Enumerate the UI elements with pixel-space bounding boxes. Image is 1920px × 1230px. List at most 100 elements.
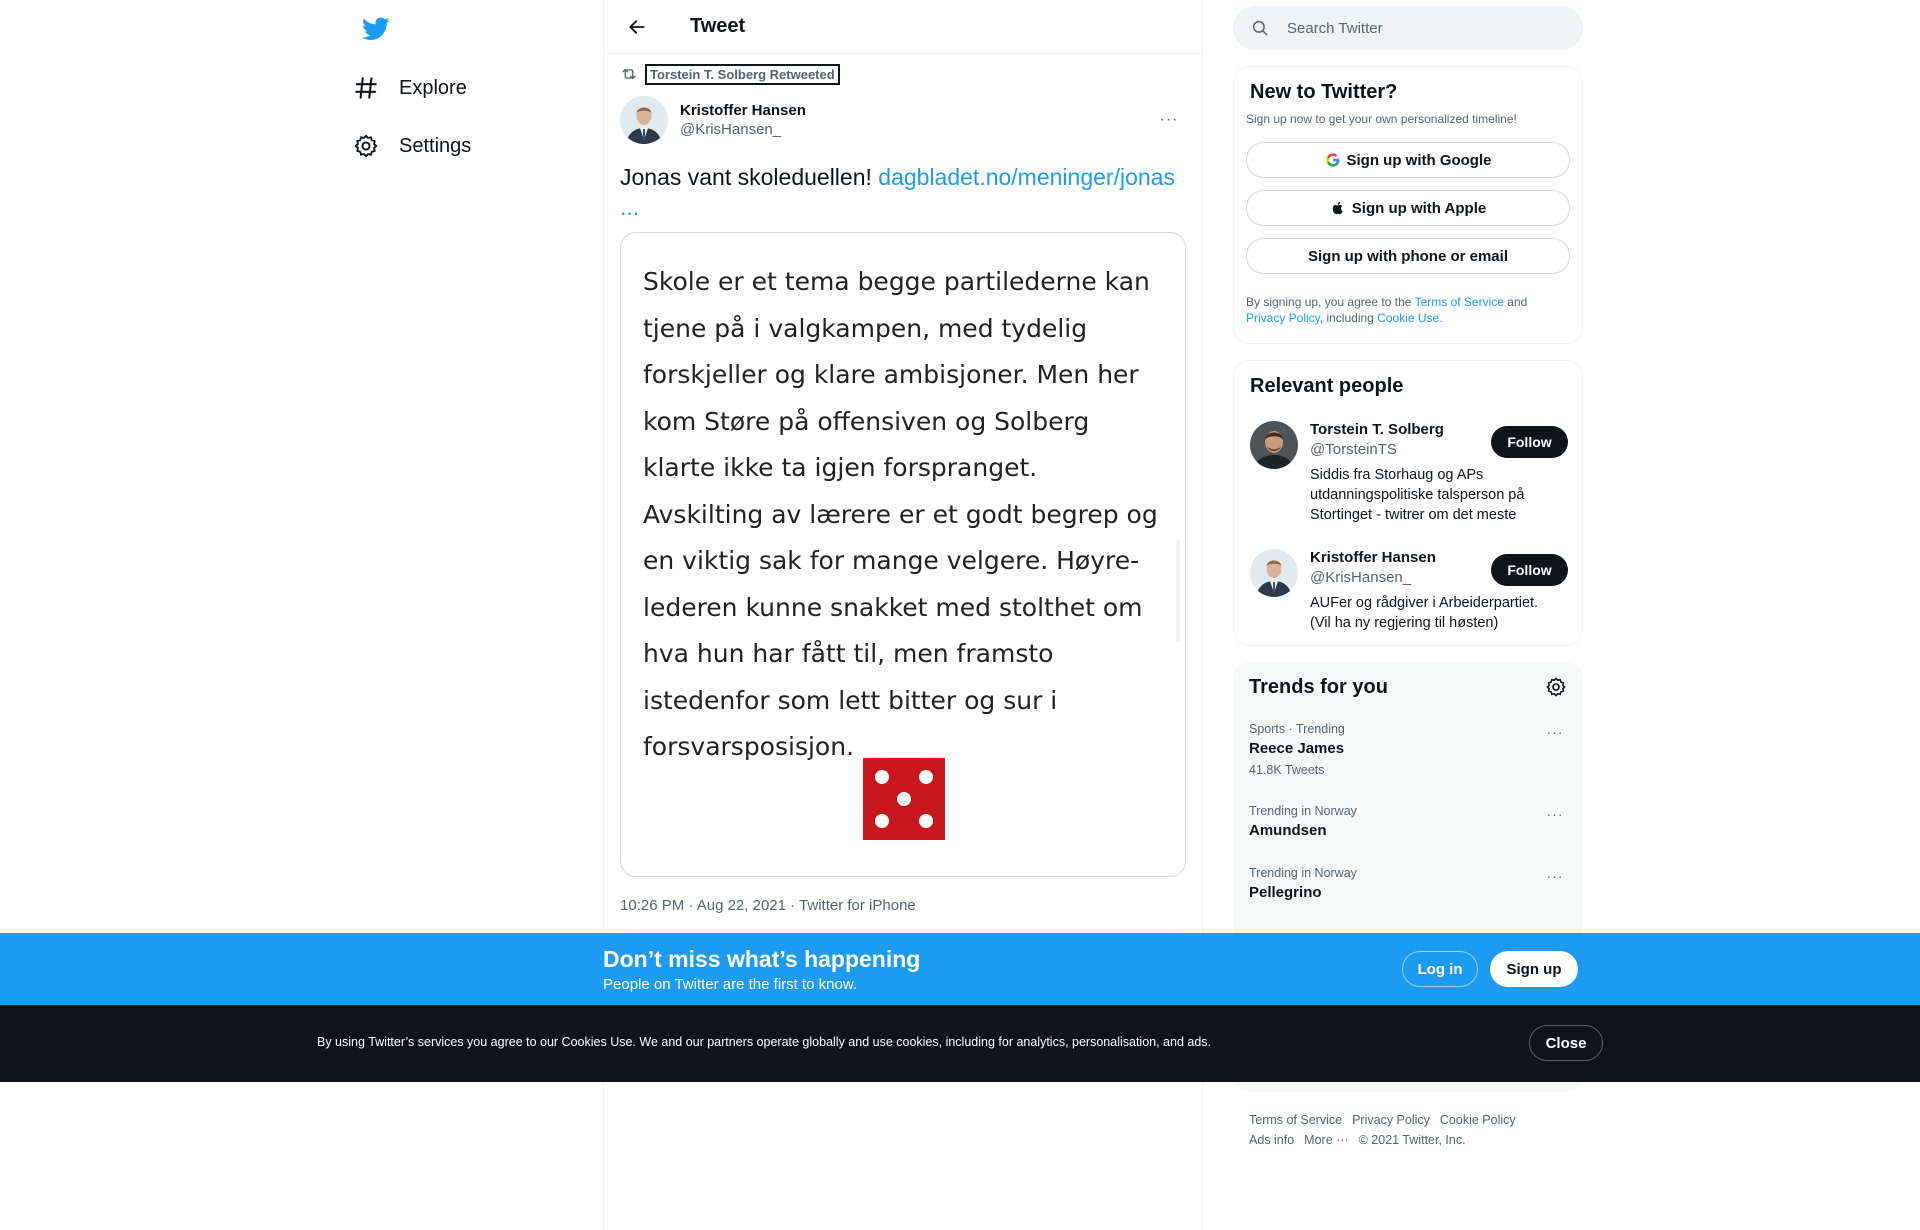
trend-name: Amundsen xyxy=(1249,822,1327,839)
search-input[interactable] xyxy=(1287,19,1547,37)
tweet-source[interactable]: Twitter for iPhone xyxy=(799,897,916,914)
trend-item[interactable]: Trending in Norway Pellegrino ··· xyxy=(1249,866,1569,901)
signup-button[interactable]: Sign up xyxy=(1490,951,1578,987)
person-bio: AUFer og rådgiver i Arbeiderpartiet. (Vi… xyxy=(1310,595,1539,631)
nav-item-settings[interactable]: Settings xyxy=(341,121,483,171)
person-avatar[interactable] xyxy=(1250,421,1298,469)
person-bio: Siddis fra Storhaug og APs utdanningspol… xyxy=(1310,467,1525,523)
author-avatar[interactable] xyxy=(620,96,668,144)
cookie-close-button[interactable]: Close xyxy=(1529,1025,1603,1061)
cookie-banner: By using Twitter’s services you agree to… xyxy=(0,1005,1920,1082)
tweet-header: Tweet xyxy=(604,0,1202,54)
signup-apple-button[interactable]: Sign up with Apple xyxy=(1246,190,1570,226)
tweet: Torstein T. Solberg Retweeted Kristoffer… xyxy=(620,54,1186,931)
relevant-people-title: Relevant people xyxy=(1250,375,1404,397)
follow-button[interactable]: Follow xyxy=(1491,554,1568,586)
retweet-icon xyxy=(622,68,636,80)
person-handle[interactable]: @KrisHansen_ xyxy=(1310,569,1411,586)
twitter-bird-icon xyxy=(362,17,390,40)
page-title: Tweet xyxy=(690,15,746,37)
footer-terms-link[interactable]: Terms of Service xyxy=(1249,1113,1342,1127)
tweet-text: Jonas vant skoleduellen! dagbladet.no/me… xyxy=(620,162,1186,222)
trend-item[interactable]: Trending in Norway Amundsen ··· xyxy=(1249,804,1569,839)
footer-copyright: © 2021 Twitter, Inc. xyxy=(1358,1133,1466,1147)
apple-icon xyxy=(1332,202,1343,215)
person-avatar-icon xyxy=(1250,549,1298,597)
nav-label-explore: Explore xyxy=(399,76,467,99)
privacy-link[interactable]: Privacy Policy xyxy=(1246,311,1320,325)
more-dots-icon: ··· xyxy=(1546,806,1564,822)
twitter-logo[interactable] xyxy=(351,12,401,46)
trend-count: 41.8K Tweets xyxy=(1249,763,1325,777)
search-icon xyxy=(1252,20,1268,36)
tweet-more-button[interactable]: ··· xyxy=(1152,103,1186,137)
footer-privacy-link[interactable]: Privacy Policy xyxy=(1352,1113,1430,1127)
tweet-link-ellipsis[interactable]: ... xyxy=(620,194,639,220)
relevant-people-card: Relevant people Torstein T. Solberg @Tor… xyxy=(1233,360,1583,646)
signup-subtitle: Sign up now to get your own personalized… xyxy=(1246,112,1517,126)
trend-category: Sports · Trending xyxy=(1249,722,1345,736)
person-avatar[interactable] xyxy=(1250,549,1298,597)
tweet-date[interactable]: Aug 22, 2021 xyxy=(697,897,786,914)
trend-more-button[interactable]: ··· xyxy=(1541,866,1569,886)
more-dots-icon: ··· xyxy=(1546,868,1564,884)
trend-more-button[interactable]: ··· xyxy=(1541,722,1569,742)
trend-more-button[interactable]: ··· xyxy=(1541,804,1569,824)
hashtag-icon xyxy=(355,77,377,99)
meta-separator: · xyxy=(785,897,800,914)
tweet-metadata: 10:26 PM · Aug 22, 2021 · Twitter for iP… xyxy=(620,897,1186,914)
legal-text: By signing up, you agree to the xyxy=(1246,295,1415,309)
trend-name: Pellegrino xyxy=(1249,884,1322,901)
footer-links: Terms of Service Privacy Policy Cookie Pol… xyxy=(1249,1110,1569,1150)
person-item[interactable]: Torstein T. Solberg @TorsteinTS Siddis f… xyxy=(1250,421,1568,531)
dice-five-icon xyxy=(863,758,945,840)
image-text: Skole er et tema begge partilederne kan … xyxy=(643,267,1158,761)
nav-item-explore[interactable]: Explore xyxy=(341,63,479,113)
person-name[interactable]: Torstein T. Solberg xyxy=(1310,421,1444,438)
meta-separator: · xyxy=(684,897,697,914)
gear-icon xyxy=(354,134,378,158)
author-name[interactable]: Kristoffer Hansen xyxy=(680,102,1152,119)
trends-settings-icon[interactable] xyxy=(1545,676,1567,698)
tweet-time[interactable]: 10:26 PM xyxy=(620,897,684,914)
trend-category: Trending in Norway xyxy=(1249,866,1357,880)
signup-banner: Don’t miss what’s happening People on Tw… xyxy=(0,933,1920,1005)
person-name[interactable]: Kristoffer Hansen xyxy=(1310,549,1436,566)
nav-label-settings: Settings xyxy=(399,134,472,157)
signup-phone-button[interactable]: Sign up with phone or email xyxy=(1246,238,1570,274)
tweet-body: Jonas vant skoleduellen! xyxy=(620,164,879,190)
terms-link[interactable]: Terms of Service xyxy=(1415,295,1504,309)
cookie-use-link[interactable]: Cookie Use. xyxy=(1377,311,1442,325)
arrow-left-icon xyxy=(629,19,645,34)
tweet-author: Kristoffer Hansen @KrisHansen_ ··· xyxy=(620,94,1186,146)
google-icon xyxy=(1325,153,1339,167)
banner-subtitle: People on Twitter are the first to know. xyxy=(603,976,858,993)
author-handle[interactable]: @KrisHansen_ xyxy=(680,121,1152,138)
follow-button[interactable]: Follow xyxy=(1491,426,1568,458)
back-button[interactable] xyxy=(620,10,654,44)
signup-phone-label: Sign up with phone or email xyxy=(1307,247,1508,265)
signup-legal: By signing up, you agree to the Terms of… xyxy=(1234,294,1582,326)
retweet-context: Torstein T. Solberg Retweeted xyxy=(620,54,1186,94)
trend-item[interactable]: Sports · Trending Reece James 41.8K Twee… xyxy=(1249,722,1569,777)
image-scrollbar[interactable] xyxy=(1176,540,1180,642)
tweet-media-image[interactable]: Skole er et tema begge partilederne kan … xyxy=(620,232,1186,877)
divider xyxy=(620,930,1186,931)
person-handle[interactable]: @TorsteinTS xyxy=(1310,441,1397,458)
tweet-link[interactable]: dagbladet.no/meninger/jonas xyxy=(878,164,1175,190)
signup-card: New to Twitter? Sign up now to get your … xyxy=(1233,66,1583,344)
legal-text: and xyxy=(1503,295,1528,309)
signup-apple-label: Sign up with Apple xyxy=(1351,199,1487,217)
search-bar[interactable] xyxy=(1233,6,1583,50)
footer-more-link[interactable]: More ··· xyxy=(1304,1133,1348,1147)
author-info: Kristoffer Hansen @KrisHansen_ xyxy=(680,102,1152,138)
footer-cookie-link[interactable]: Cookie Policy xyxy=(1440,1113,1516,1127)
retweeted-by-link[interactable]: Torstein T. Solberg Retweeted xyxy=(645,63,840,85)
person-item[interactable]: Kristoffer Hansen @KrisHansen_ AUFer og … xyxy=(1250,549,1568,639)
footer-ads-link[interactable]: Ads info xyxy=(1249,1133,1294,1147)
person-avatar-icon xyxy=(1250,421,1298,469)
signup-google-button[interactable]: Sign up with Google xyxy=(1246,142,1570,178)
login-button[interactable]: Log in xyxy=(1402,951,1478,987)
cookie-text: By using Twitter’s services you agree to… xyxy=(317,1035,1212,1049)
legal-text: , including xyxy=(1319,311,1378,325)
